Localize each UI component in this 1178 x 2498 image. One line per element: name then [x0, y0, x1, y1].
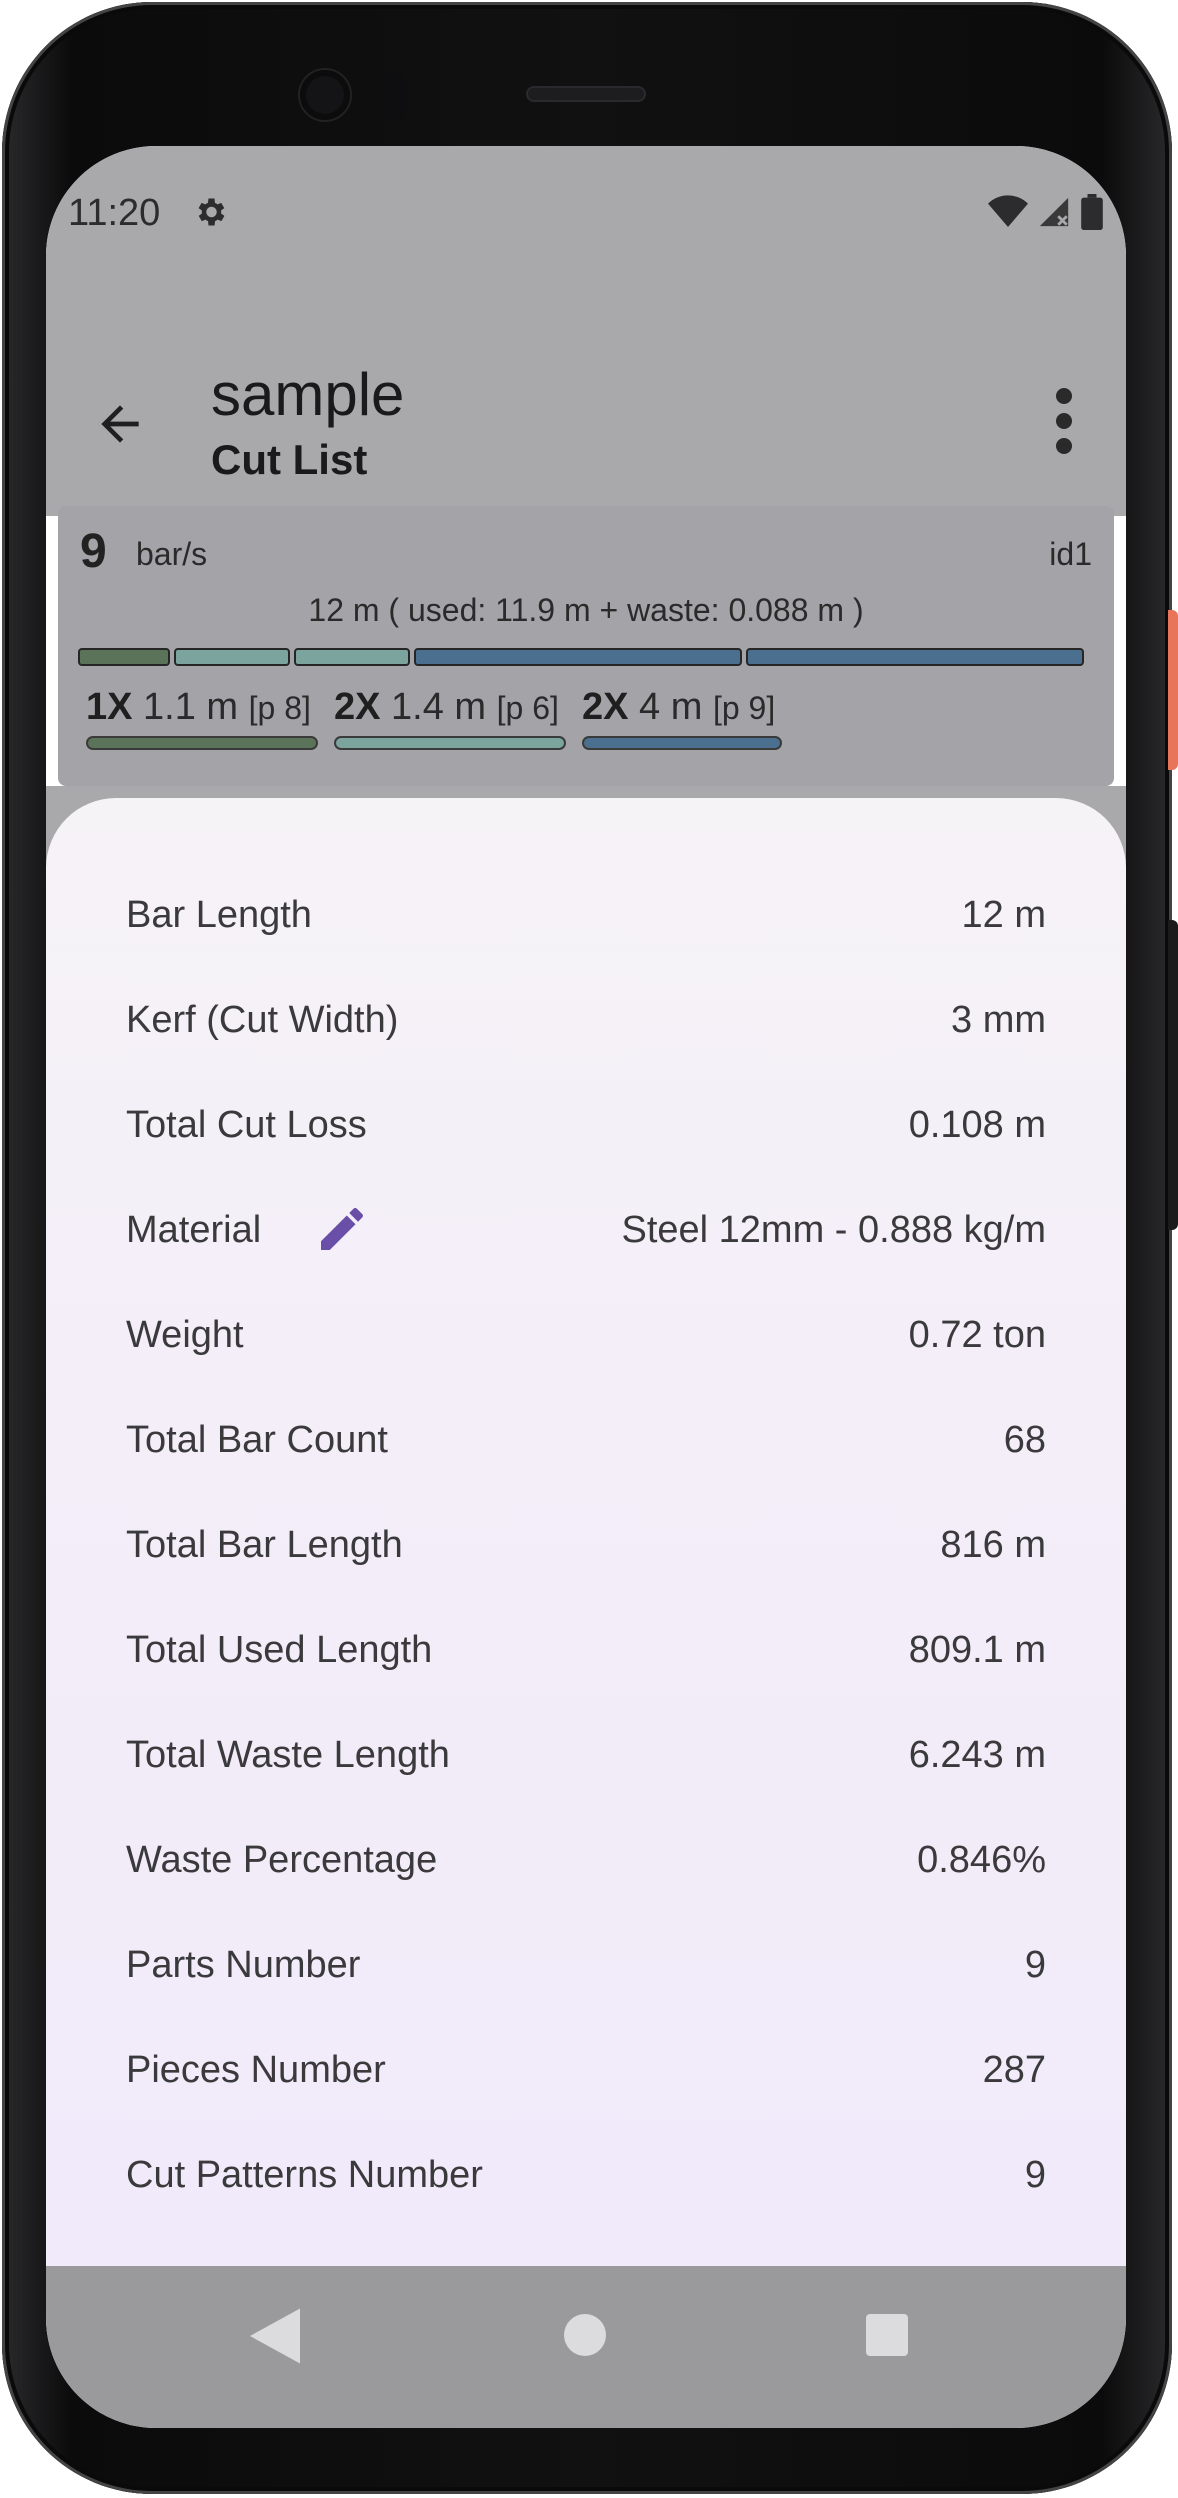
part-length: 4 m — [639, 686, 703, 728]
part-length: 1.4 m — [391, 686, 487, 728]
part-label: 2X 4 m [p 9] — [582, 686, 775, 729]
nav-recent-icon[interactable] — [866, 2314, 908, 2356]
page-subtitle: Cut List — [211, 436, 368, 483]
status-icons — [988, 194, 1104, 230]
screen: 11:20 sample Cut List 9 bar/s id1 12 m (… — [46, 146, 1126, 2428]
signal-icon — [1039, 197, 1069, 227]
system-navigation-bar — [46, 2266, 1126, 2428]
part-color-line — [86, 736, 318, 750]
volume-button — [1168, 920, 1178, 1230]
detail-value: 9 — [1024, 2154, 1046, 2196]
detail-value: 9 — [1024, 1944, 1046, 1986]
part-pattern: [p 8] — [248, 690, 311, 726]
detail-value: 809.1 m — [908, 1629, 1046, 1671]
power-button — [1168, 610, 1178, 770]
bar-segment — [78, 648, 170, 666]
detail-value: 68 — [1003, 1419, 1046, 1461]
detail-label: Waste Percentage — [126, 1839, 438, 1881]
front-camera — [300, 70, 350, 120]
more-vert-icon[interactable] — [1052, 386, 1076, 456]
battery-icon — [1081, 194, 1103, 230]
detail-row-waste-percentage: Waste Percentage 0.846% — [46, 1831, 1126, 1891]
detail-label: Bar Length — [126, 894, 312, 936]
bar-segment — [414, 648, 742, 666]
detail-row-kerf: Kerf (Cut Width) 3 mm — [46, 991, 1126, 1051]
status-time: 11:20 — [68, 192, 161, 234]
gear-icon — [198, 198, 225, 226]
app-bar: sample Cut List — [46, 276, 1126, 516]
detail-value: Steel 12mm - 0.888 kg/m — [621, 1209, 1046, 1251]
bar-segment — [746, 648, 1084, 666]
pencil-icon[interactable] — [314, 1201, 370, 1257]
bar-pattern-card[interactable]: 9 bar/s id1 12 m ( used: 11.9 m + waste:… — [58, 506, 1114, 786]
detail-row-bar-count: Total Bar Count 68 — [46, 1411, 1126, 1471]
detail-label: Total Used Length — [126, 1629, 433, 1671]
detail-value: 287 — [982, 2049, 1046, 2091]
part-color-line — [582, 736, 782, 750]
wifi-icon — [988, 195, 1028, 227]
part-qty: 2X — [582, 686, 629, 728]
detail-value: 0.108 m — [908, 1104, 1046, 1146]
part-label: 1X 1.1 m [p 8] — [86, 686, 311, 729]
page-title: sample — [211, 361, 405, 428]
bar-summary: 12 m ( used: 11.9 m + waste: 0.088 m ) — [308, 592, 864, 628]
part-color-line — [334, 736, 566, 750]
detail-row-waste-length: Total Waste Length 6.243 m — [46, 1726, 1126, 1786]
detail-label: Total Bar Length — [126, 1524, 403, 1566]
status-bar: 11:20 — [46, 146, 1126, 276]
detail-value: 816 m — [940, 1524, 1046, 1566]
detail-row-cut-loss: Total Cut Loss 0.108 m — [46, 1096, 1126, 1156]
part-pattern: [p 9] — [712, 690, 776, 726]
detail-row-material: Material Steel 12mm - 0.888 kg/m — [46, 1201, 1126, 1261]
bar-id: id1 — [1049, 536, 1092, 572]
detail-label: Total Bar Count — [126, 1419, 388, 1461]
part-qty: 1X — [86, 686, 133, 728]
detail-row-weight: Weight 0.72 ton — [46, 1306, 1126, 1366]
detail-value: 12 m — [961, 894, 1046, 936]
detail-label: Kerf (Cut Width) — [126, 999, 399, 1041]
earpiece-speaker — [526, 86, 646, 102]
detail-value: 6.243 m — [908, 1734, 1046, 1776]
detail-row-pieces-number: Pieces Number 287 — [46, 2041, 1126, 2101]
bar-segment — [174, 648, 290, 666]
part-pattern: [p 6] — [496, 690, 559, 726]
detail-row-bar-length: Bar Length 12 m — [46, 886, 1126, 946]
detail-label: Weight — [126, 1314, 244, 1356]
detail-value: 3 mm — [951, 999, 1046, 1041]
detail-value: 0.72 ton — [908, 1314, 1046, 1356]
detail-label: Total Waste Length — [126, 1734, 450, 1776]
nav-home-icon[interactable] — [564, 2314, 606, 2356]
detail-label: Material — [126, 1209, 262, 1251]
part-label: 2X 1.4 m [p 6] — [334, 686, 559, 729]
detail-row-used-length: Total Used Length 809.1 m — [46, 1621, 1126, 1681]
detail-row-parts-number: Parts Number 9 — [46, 1936, 1126, 1996]
detail-row-bar-length-total: Total Bar Length 816 m — [46, 1516, 1126, 1576]
detail-value: 0.846% — [917, 1839, 1046, 1881]
part-qty: 2X — [334, 686, 381, 728]
details-bottom-sheet: Bar Length 12 m Kerf (Cut Width) 3 mm To… — [46, 798, 1126, 2266]
bar-count-unit: bar/s — [136, 536, 208, 572]
sensor — [380, 72, 408, 122]
bar-count: 9 — [80, 525, 107, 578]
arrow-back-icon[interactable] — [92, 396, 148, 452]
part-length: 1.1 m — [143, 686, 239, 728]
detail-label: Pieces Number — [126, 2049, 386, 2091]
bar-segment — [294, 648, 410, 666]
nav-back-icon[interactable] — [250, 2308, 300, 2364]
detail-label: Cut Patterns Number — [126, 2154, 483, 2196]
detail-row-cut-patterns: Cut Patterns Number 9 — [46, 2146, 1126, 2206]
detail-label: Parts Number — [126, 1944, 361, 1986]
detail-label: Total Cut Loss — [126, 1104, 367, 1146]
